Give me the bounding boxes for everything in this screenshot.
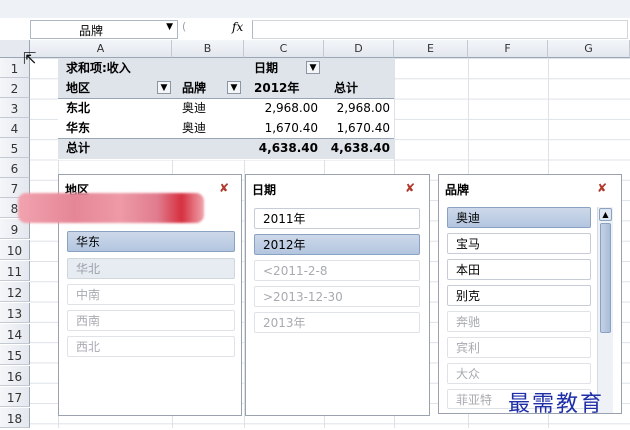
pivot-row-label: 东北 [66, 101, 91, 115]
slicer-item[interactable]: 大众 [447, 363, 591, 384]
cancel-icon[interactable]: ( [182, 20, 186, 33]
insert-function-icon[interactable]: fx [232, 20, 243, 34]
slicer-item[interactable]: 2012年 [254, 234, 420, 255]
column-header-a[interactable]: A [30, 40, 172, 58]
row-header-3[interactable]: 3 [0, 98, 30, 118]
filter-icon[interactable]: ▼ [227, 81, 241, 94]
pivot-row-sublabel: 奥迪 [182, 121, 207, 135]
slicer-item[interactable]: 奥迪 [447, 207, 591, 228]
pivot-column-field: 日期 [254, 61, 279, 75]
scrollbar-thumb[interactable] [600, 223, 611, 333]
column-header-g[interactable]: G [548, 40, 630, 58]
slicer-item[interactable]: 2011年 [254, 208, 420, 229]
slicer-item[interactable]: 西南 [67, 310, 235, 331]
pivot-row-field-region: 地区 [66, 81, 91, 95]
slicer-item[interactable]: <2011-2-8 [254, 260, 420, 281]
pivot-row-field-brand: 品牌 [182, 81, 207, 95]
slicer-item[interactable]: 华北 [67, 258, 235, 279]
pivot-values-label: 求和项:收入 [66, 61, 131, 75]
pivot-grand-total-label: 总计 [66, 141, 91, 155]
column-header-c[interactable]: C [244, 40, 324, 58]
slicer-scrollbar[interactable]: ▲ [597, 207, 613, 413]
formula-input[interactable] [252, 20, 628, 39]
slicer-item[interactable]: 2013年 [254, 312, 420, 333]
chevron-down-icon[interactable]: ▼ [166, 22, 173, 32]
pivot-value: 2,968.00 [264, 101, 318, 115]
row-header-16[interactable]: 16 [0, 366, 30, 386]
slicer-item[interactable]: 中南 [67, 284, 235, 305]
name-box-value: 品牌 [79, 24, 104, 38]
row-header-18[interactable]: 18 [0, 408, 30, 428]
row-header-17[interactable]: 17 [0, 387, 30, 407]
filter-icon[interactable]: ▼ [157, 81, 171, 94]
name-box[interactable]: 品牌 ▼ [30, 20, 178, 39]
filter-icon[interactable]: ▼ [306, 61, 320, 74]
pivot-total-value: 4,638.40 [258, 141, 318, 155]
pivot-value: 1,670.40 [336, 121, 390, 135]
formula-buttons: ( fx [180, 20, 250, 37]
pivot-column-item: 2012年 [254, 81, 300, 95]
row-header-10[interactable]: 10 [0, 240, 30, 260]
pivot-total-value: 4,638.40 [330, 141, 390, 155]
pivot-value: 1,670.40 [264, 121, 318, 135]
pivot-row-sublabel: 奥迪 [182, 101, 207, 115]
slicer-title: 日期 [252, 183, 277, 197]
scroll-up-icon[interactable]: ▲ [599, 208, 612, 221]
slicer-item[interactable]: >2013-12-30 [254, 286, 420, 307]
slicer-item[interactable]: 奔驰 [447, 311, 591, 332]
column-header-e[interactable]: E [394, 40, 468, 58]
row-header-11[interactable]: 11 [0, 261, 30, 281]
slicer-title: 品牌 [445, 183, 470, 197]
row-header-15[interactable]: 15 [0, 345, 30, 365]
row-header-5[interactable]: 5 [0, 138, 30, 158]
pivot-table[interactable]: 求和项:收入 日期 ▼ 地区 ▼ 品牌 ▼ 2012年 总计 东北 奥迪 2,9… [58, 58, 394, 160]
row-header-14[interactable]: 14 [0, 324, 30, 344]
column-header-b[interactable]: B [172, 40, 244, 58]
slicer-brand[interactable]: 品牌 ✘ 奥迪 宝马 本田 别克 奔驰 宾利 大众 菲亚特 ▲ [438, 174, 622, 414]
clear-filter-icon[interactable]: ✘ [597, 181, 607, 195]
slicer-item[interactable]: 别克 [447, 285, 591, 306]
clear-filter-icon[interactable]: ✘ [405, 181, 415, 195]
pivot-row-label: 华东 [66, 121, 91, 135]
clear-filter-icon[interactable]: ✘ [219, 181, 229, 195]
ribbon-strip [0, 0, 630, 19]
redaction-blur [18, 193, 204, 223]
pivot-grand-total-header: 总计 [334, 81, 359, 95]
slicer-date[interactable]: 日期 ✘ 2011年 2012年 <2011-2-8 >2013-12-30 2… [245, 174, 430, 416]
watermark-text: 最需教育 [508, 392, 605, 417]
slicer-item[interactable]: 西北 [67, 336, 235, 357]
pivot-value: 2,968.00 [336, 101, 390, 115]
slicer-item[interactable]: 宾利 [447, 337, 591, 358]
mouse-cursor-icon: ⇱ [23, 49, 37, 68]
row-header-6[interactable]: 6 [0, 158, 30, 178]
formula-bar: 品牌 ▼ ( fx [0, 18, 630, 41]
row-header-2[interactable]: 2 [0, 78, 30, 98]
row-header-4[interactable]: 4 [0, 118, 30, 138]
slicer-item[interactable]: 本田 [447, 259, 591, 280]
slicer-item[interactable]: 华东 [67, 231, 235, 252]
row-header-12[interactable]: 12 [0, 282, 30, 302]
column-header-f[interactable]: F [468, 40, 548, 58]
column-header-d[interactable]: D [324, 40, 394, 58]
row-header-13[interactable]: 13 [0, 303, 30, 323]
slicer-item[interactable]: 宝马 [447, 233, 591, 254]
